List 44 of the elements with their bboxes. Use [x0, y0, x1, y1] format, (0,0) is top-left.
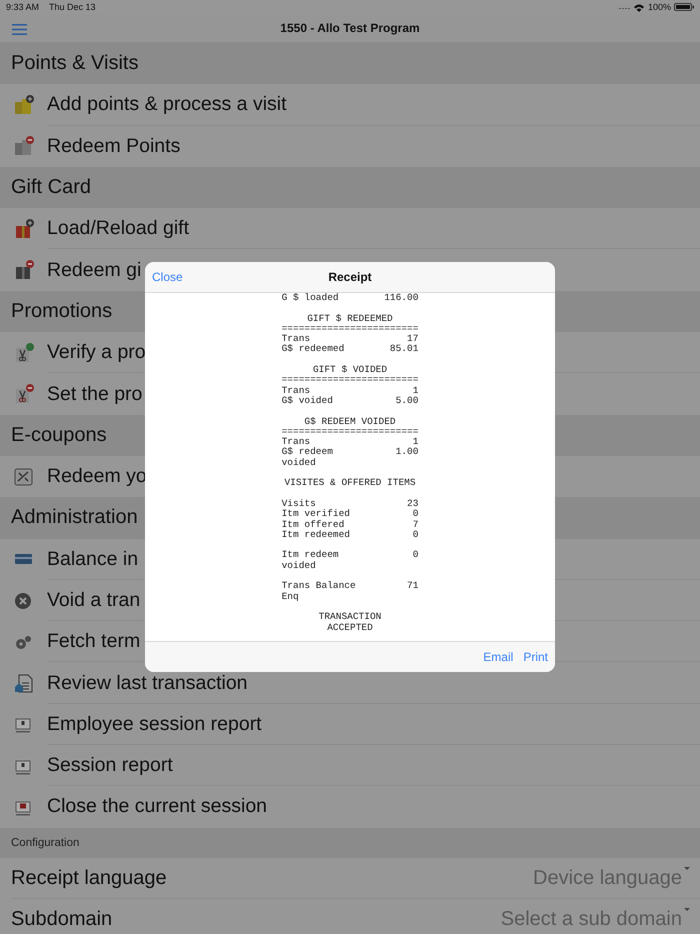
receipt-heading: TRANSACTION: [318, 611, 382, 622]
receipt-heading: G$ REDEEM VOIDED: [304, 416, 396, 427]
section-header: Configuration: [0, 828, 700, 858]
receipt-label: Trans: [282, 437, 310, 448]
receipt-heading: ACCEPTED: [327, 622, 373, 632]
receipt-rule: ========================: [282, 375, 418, 386]
receipt-label: Trans: [282, 334, 310, 344]
receipt-rule: ========================: [282, 426, 418, 438]
nav-title: 1550 - Allo Test Program: [280, 21, 420, 35]
receipt-rule: ========================: [282, 324, 418, 334]
receipt-heading: GIFT $ REDEEMED: [307, 312, 393, 324]
receipt-value: 17: [407, 334, 418, 344]
receipt-value: 116.00: [384, 293, 418, 304]
receipt-value: 1.00: [396, 447, 418, 458]
receipt-value: 1: [412, 437, 418, 448]
receipt-value: 0: [412, 509, 418, 520]
receipt-label: Itm offered: [282, 520, 346, 530]
receipt-value: 5.00: [396, 396, 418, 406]
receipt-label: Visits: [282, 498, 317, 509]
receipt-label: G$ voided: [282, 396, 334, 406]
section-header: Gift Card: [0, 166, 700, 208]
status-time: 9:33 AM: [6, 2, 40, 12]
section-header: Points & Visits: [0, 43, 700, 84]
setting-label: Subdomain: [11, 908, 114, 932]
receipt-heading: VISITES & OFFERED ITEMS: [284, 477, 416, 488]
setting-label: Receipt language: [11, 866, 168, 890]
battery-percent: 100%: [648, 2, 671, 12]
receipt-value: 0: [412, 530, 418, 540]
receipt-value: 0: [412, 550, 418, 561]
receipt-label: Itm redeemed: [282, 530, 352, 540]
receipt-label: G $ loaded: [282, 293, 340, 304]
receipt-label: Trans Balance Enq: [282, 581, 357, 602]
receipt-label: Trans: [282, 386, 312, 396]
dialog-title: Receipt: [328, 270, 372, 284]
receipt-value: 85.01: [390, 344, 418, 355]
receipt-label: Itm redeem voided: [282, 550, 340, 572]
receipt-value: 7: [412, 520, 418, 530]
receipt-heading: GIFT $ VOIDED: [312, 364, 388, 376]
receipt-label: G$ redeemed: [282, 344, 346, 355]
receipt-value: 71: [407, 581, 418, 592]
status-date: Thu Dec 13: [49, 2, 96, 12]
receipt-value: 1: [412, 386, 418, 396]
receipt-value: 23: [407, 498, 418, 510]
receipt-label: Itm verified: [282, 509, 352, 520]
